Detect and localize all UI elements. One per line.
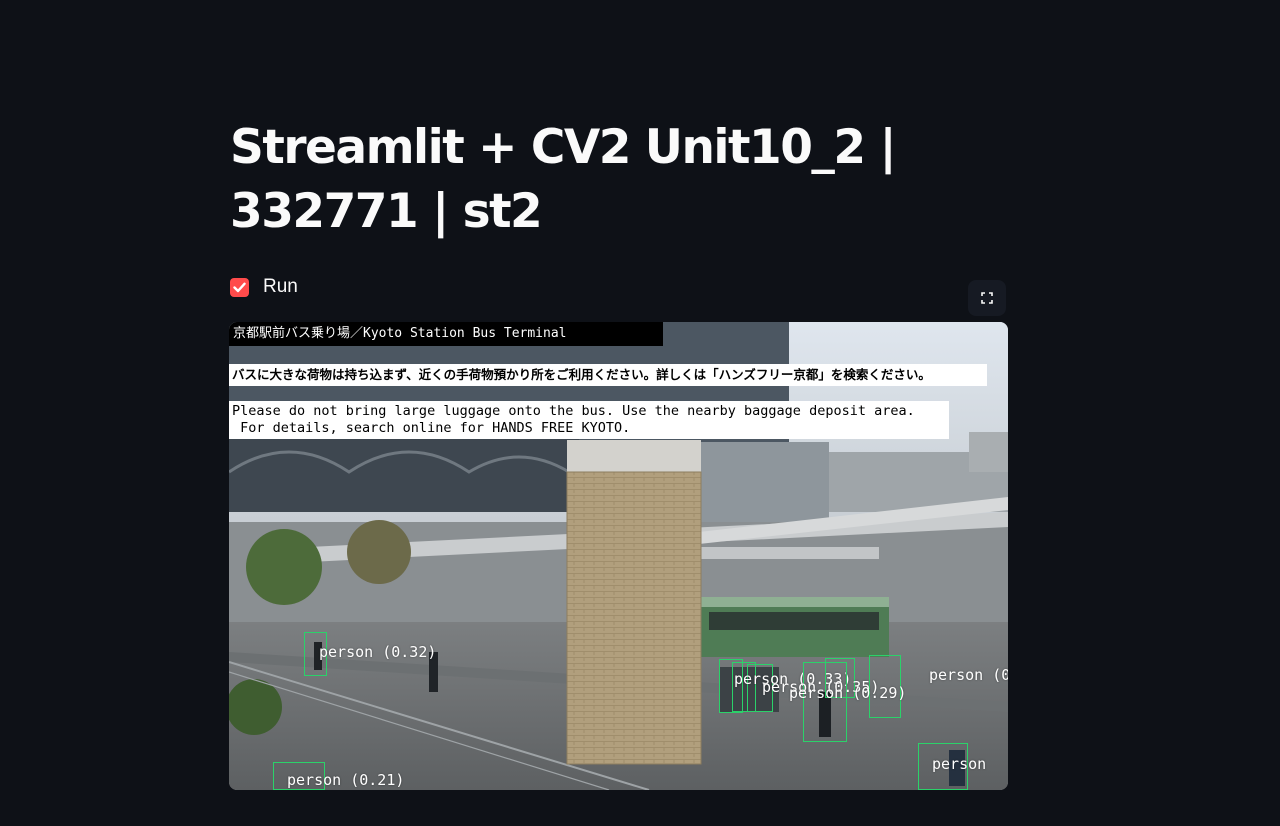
page-title: Streamlit + CV2 Unit10_2 | 332771 | st2	[230, 120, 897, 239]
detection-label: person (0.32)	[319, 643, 437, 661]
camera-title: 京都駅前バス乗り場／Kyoto Station Bus Terminal	[229, 322, 663, 346]
checkbox-checked-icon[interactable]	[230, 277, 249, 297]
fullscreen-icon	[981, 292, 993, 304]
detection-label: person	[932, 755, 987, 773]
detection-label: person (0.29)	[789, 684, 907, 702]
fullscreen-button[interactable]	[968, 280, 1006, 316]
run-label: Run	[263, 276, 298, 297]
notice-english-line-1: Please do not bring large luggage onto t…	[232, 403, 915, 419]
video-frame: 京都駅前バス乗り場／Kyoto Station Bus Terminal バスに…	[229, 322, 1008, 790]
detection-label: person (0.3	[929, 666, 1008, 684]
run-checkbox[interactable]: Run	[230, 276, 298, 298]
detection-label: person (0.21)	[287, 771, 405, 789]
notice-english-line-2: For details, search online for HANDS FRE…	[232, 420, 631, 436]
camera-scene	[229, 322, 1008, 790]
notice-english: Please do not bring large luggage onto t…	[229, 401, 949, 439]
notice-japanese: バスに大きな荷物は持ち込まず、近くの手荷物預かり所をご利用ください。詳しくは「ハ…	[229, 364, 987, 386]
